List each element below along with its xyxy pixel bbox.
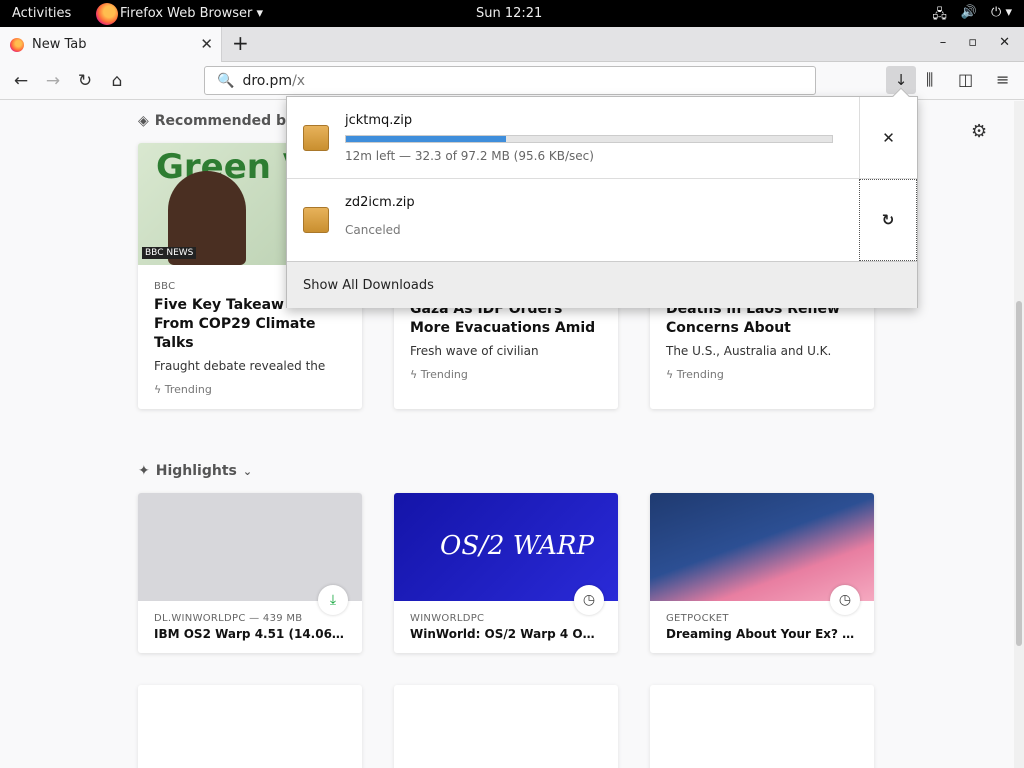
highlight-title: WinWorld: OS/2 Warp 4 O… [410,627,595,641]
story-title-line: Talks [154,335,194,351]
os2-warp-logo: OS/2 WARP [440,531,594,561]
clock-icon: ◷ [830,585,860,615]
volume-icon: 🔊 [960,5,978,20]
clock[interactable]: Sun 12:21 [476,6,542,21]
navigation-toolbar: ← → ↻ ⌂ 🔍 dro.pm/x ↓ ⫼ ◫ ≡ [0,62,1024,100]
tab-bar: New Tab ✕ + – ▫ ✕ [0,27,1024,62]
sidebar-icon[interactable]: ◫ [958,70,973,89]
story-title-line: Concerns About [666,320,791,336]
firefox-logo-icon [96,2,118,25]
download-progress-fill [346,136,507,142]
clock-icon: ◷ [574,585,604,615]
highlight-title: IBM OS2 Warp 4.51 (14.06… [154,627,344,641]
highlight-source: DL.WINWORLDPC — 439 MB [154,613,303,624]
highlights-label: Highlights [155,463,237,479]
recommended-heading: ◈ Recommended by [138,113,295,129]
recommended-label: Recommended by [154,113,296,129]
power-icon: ⏻ ▾ [991,5,1012,20]
scrollbar-thumb[interactable] [1016,301,1022,646]
empty-highlight-slot [138,685,362,768]
gear-icon[interactable]: ⚙ [971,121,987,142]
reload-button[interactable]: ↻ [72,68,98,94]
show-all-downloads-label: Show All Downloads [303,277,434,293]
download-filename: jcktmq.zip [345,113,413,128]
story-excerpt: Fresh wave of civilian [410,344,539,358]
download-filename: zd2icm.zip [345,195,415,210]
zip-file-icon [303,125,329,151]
download-item[interactable]: zd2icm.zip Canceled ↻ [287,179,917,261]
tab-label: New Tab [32,37,87,52]
highlights-icon: ✦ [138,463,150,479]
app-menu-label: Firefox Web Browser ▾ [120,6,263,21]
download-status: 12m left — 32.3 of 97.2 MB (95.6 KB/sec) [345,149,594,163]
highlight-card[interactable]: OS/2 WARP WINWORLDPC WinWorld: OS/2 Warp… [394,493,618,653]
trending-label: Trending [420,368,468,381]
back-button[interactable]: ← [8,68,34,94]
highlight-title: Dreaming About Your Ex? … [666,627,855,641]
trending-badge: ϟ Trending [410,368,602,381]
system-top-bar: Activities Firefox Web Browser ▾ Sun 12:… [0,0,1024,27]
page-scrollbar[interactable] [1014,101,1024,768]
trending-badge: ϟ Trending [666,368,858,381]
downloads-panel: jcktmq.zip 12m left — 32.3 of 97.2 MB (9… [286,87,918,308]
url-path: /x [292,72,306,89]
highlight-source: WINWORLDPC [410,613,485,624]
story-title-line: From COP29 Climate [154,316,316,332]
story-excerpt: The U.S., Australia and U.K. [666,344,832,358]
system-tray[interactable]: 🖧 🔊 ⏻ ▾ [932,5,1012,27]
home-button[interactable]: ⌂ [104,68,130,94]
close-tab-icon[interactable]: ✕ [200,35,213,53]
highlight-card[interactable]: GETPOCKET Dreaming About Your Ex? … ◷ [650,493,874,653]
activities-button[interactable]: Activities [12,6,71,21]
library-icon[interactable]: ⫼ [926,70,933,90]
url-bar[interactable]: 🔍 dro.pm/x [204,66,816,95]
download-icon: ⤓ [318,585,348,615]
app-menu[interactable]: Firefox Web Browser ▾ [96,0,263,27]
pocket-icon: ◈ [138,113,149,129]
retry-download-button[interactable]: ↻ [859,179,917,261]
highlights-heading[interactable]: ✦ Highlights ⌄ [138,463,252,479]
highlight-source: GETPOCKET [666,613,729,624]
highlight-card[interactable]: DL.WINWORLDPC — 439 MB IBM OS2 Warp 4.51… [138,493,362,653]
new-tab-button[interactable]: + [232,31,249,55]
bbc-news-logo: BBC NEWS [142,247,197,259]
search-icon: 🔍 [217,72,235,89]
story-excerpt: Fraught debate revealed the [154,359,326,373]
lightning-icon: ϟ [410,368,418,381]
forward-button[interactable]: → [40,68,66,94]
close-window-icon[interactable]: ✕ [999,35,1010,50]
menu-icon[interactable]: ≡ [996,70,1009,89]
trending-label: Trending [164,383,212,396]
show-all-downloads-button[interactable]: Show All Downloads [287,261,917,308]
trending-badge: ϟ Trending [154,383,346,396]
download-item[interactable]: jcktmq.zip 12m left — 32.3 of 97.2 MB (9… [287,97,917,179]
empty-highlight-slot [650,685,874,768]
window-controls: – ▫ ✕ [940,35,1010,50]
zip-file-icon [303,207,329,233]
firefox-favicon-icon [10,37,24,52]
url-host: dro.pm [242,72,293,89]
cancel-download-button[interactable]: ✕ [859,97,917,179]
empty-highlight-slot [394,685,618,768]
trending-label: Trending [676,368,724,381]
tab-new-tab[interactable]: New Tab ✕ [0,27,222,62]
network-icon: 🖧 [932,7,947,22]
download-progress-bar [345,135,833,143]
url-text[interactable]: dro.pm/x [242,73,305,89]
chevron-down-icon: ⌄ [242,464,253,478]
maximize-icon[interactable]: ▫ [968,35,977,50]
download-status: Canceled [345,223,401,237]
story-title-line: More Evacuations Amid [410,320,596,336]
minimize-icon[interactable]: – [940,35,947,50]
lightning-icon: ϟ [154,383,162,396]
lightning-icon: ϟ [666,368,674,381]
